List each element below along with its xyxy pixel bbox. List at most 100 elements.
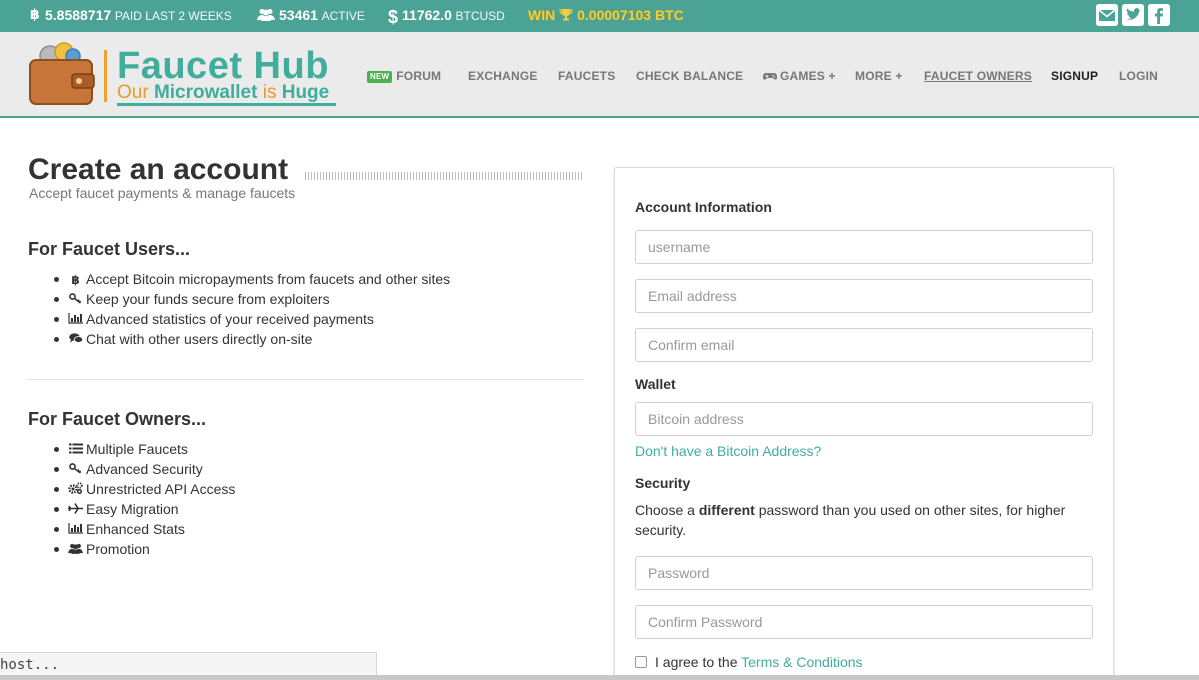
bar-chart-icon [68,520,83,540]
password-input[interactable] [635,556,1093,590]
page-subtitle: Accept faucet payments & manage faucets [29,185,296,201]
page-title: Create an account [28,153,289,186]
title-hatch-decoration [305,172,584,180]
taskbar-edge [0,675,1199,680]
nav-games[interactable]: GAMES + [763,68,836,88]
tagline-part: Our [117,82,154,103]
feature-text: Keep your funds secure from exploiters [86,291,330,307]
nav-exchange[interactable]: EXCHANGE [468,68,538,88]
bar-chart-icon [68,310,83,330]
gamepad-icon [763,69,777,85]
username-input[interactable] [635,230,1093,264]
nav-faucet-owners[interactable]: FAUCET OWNERS [924,68,1032,88]
security-label: Security [635,475,691,491]
no-bitcoin-address-link[interactable]: Don't have a Bitcoin Address? [635,443,821,459]
win-prefix: WIN [528,7,556,23]
paid-label: PAID LAST 2 WEEKS [114,9,232,23]
paid-value: 5.8588717 [45,7,112,23]
list-item: Easy Migration [54,499,235,519]
list-item: Promotion [54,539,235,559]
wallet-label: Wallet [635,376,676,392]
owners-feature-list: Multiple Faucets Advanced Security Unres… [54,439,235,559]
feature-text: Accept Bitcoin micropayments from faucet… [86,271,451,287]
list-icon [68,440,83,460]
site-header: Faucet Hub Our Microwallet is Huge NEW FO… [0,32,1199,118]
bitcoin-address-input[interactable] [635,402,1093,436]
nav-forum[interactable]: NEW FORUM [367,68,441,88]
nav-faucets[interactable]: FAUCETS [558,68,615,88]
confirm-email-input[interactable] [635,328,1093,362]
trophy-icon [559,1,573,31]
feature-text: Advanced statistics of your received pay… [86,311,374,327]
feature-text: Advanced Security [86,461,203,477]
tagline-part: is [257,82,282,103]
active-stat: 53461 ACTIVE [257,0,365,32]
feature-text: Promotion [86,541,150,557]
list-item: Chat with other users directly on-site [54,329,450,349]
nav-login[interactable]: LOGIN [1119,68,1158,88]
list-item: Advanced Security [54,459,235,479]
owners-section-title: For Faucet Owners... [28,409,207,429]
users-icon [68,540,83,560]
key-icon [68,290,83,310]
logo-underline [117,103,336,106]
wallet-logo-icon[interactable] [28,42,96,106]
security-text: Choose a [635,502,699,518]
bitcoin-icon: ฿ [30,2,41,32]
price-value: 11762.0 [402,7,452,23]
key-icon [68,460,83,480]
signup-form-panel: Account Information Wallet Don't have a … [614,167,1114,680]
nav-games-label: GAMES + [780,69,836,83]
active-value: 53461 [279,7,318,23]
twitter-icon[interactable] [1122,4,1144,26]
win-value: 0.00007103 BTC [577,7,684,23]
plane-icon [68,500,83,520]
logo-tagline: Our Microwallet is Huge [117,83,329,103]
stats-bar: ฿ 5.8588717 PAID LAST 2 WEEKS 53461 ACTI… [0,0,1199,32]
list-item: ฿ Accept Bitcoin micropayments from fauce… [54,269,450,289]
paid-stat: ฿ 5.8588717 PAID LAST 2 WEEKS [30,0,232,32]
facebook-icon[interactable] [1148,4,1170,26]
win-stat[interactable]: WIN 0.00007103 BTC [528,0,684,32]
bitcoin-icon: ฿ [71,273,80,287]
list-item: Advanced statistics of your received pay… [54,309,450,329]
email-input[interactable] [635,279,1093,313]
nav-check-balance[interactable]: CHECK BALANCE [636,68,743,88]
users-icon [257,2,275,32]
nav-signup[interactable]: SIGNUP [1051,68,1098,88]
new-badge: NEW [367,70,393,83]
feature-text: Unrestricted API Access [86,481,236,497]
agree-label: I agree to the [655,654,742,670]
list-item: Keep your funds secure from exploiters [54,289,450,309]
nav-forum-label: FORUM [396,69,442,83]
logo-divider [104,50,107,102]
price-label: BTCUSD [455,9,505,23]
security-text-bold: different [698,502,755,518]
status-text: host... [0,657,60,673]
logo-title[interactable]: Faucet Hub [117,46,329,86]
list-item: Enhanced Stats [54,519,235,539]
comments-icon [68,330,83,350]
tagline-highlight: Microwallet [153,82,258,103]
feature-text: Multiple Faucets [86,441,188,457]
gears-icon [68,480,83,500]
price-stat: $11762.0 BTCUSD [388,0,505,32]
terms-link[interactable]: Terms & Conditions [741,654,862,670]
account-info-label: Account Information [635,199,772,215]
users-section-title: For Faucet Users... [28,239,191,259]
users-feature-list: ฿ Accept Bitcoin micropayments from fauce… [54,269,450,349]
list-item: Multiple Faucets [54,439,235,459]
confirm-password-input[interactable] [635,605,1093,639]
envelope-icon[interactable] [1096,4,1118,26]
nav-more[interactable]: MORE + [855,68,903,88]
list-item: Unrestricted API Access [54,479,235,499]
active-label: ACTIVE [321,9,365,23]
security-help-text: Choose a different password than you use… [635,500,1095,540]
tagline-highlight: Huge [281,82,330,103]
feature-text: Chat with other users directly on-site [86,331,313,347]
dollar-icon: $ [388,6,399,27]
terms-agree-text: I agree to the Terms & Conditions [655,654,863,670]
section-divider [28,379,584,380]
terms-checkbox[interactable] [635,656,647,668]
svg-text:฿: ฿ [30,7,40,21]
